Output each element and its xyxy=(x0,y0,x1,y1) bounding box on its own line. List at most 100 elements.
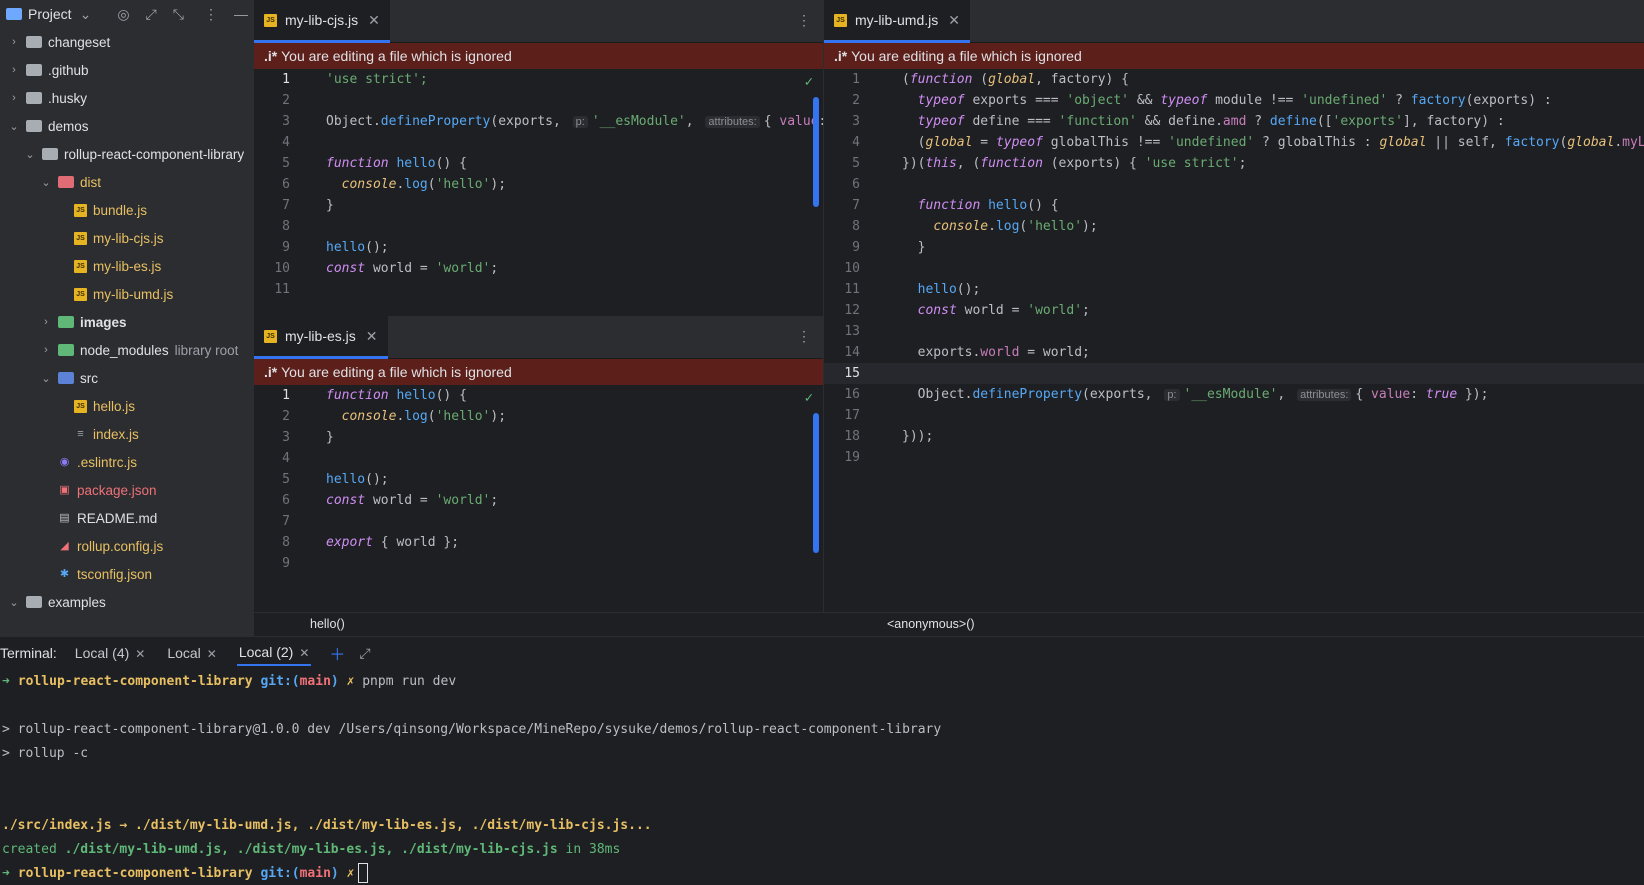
chevron-right-icon[interactable]: › xyxy=(6,64,22,76)
more-options-icon[interactable]: ⋮ xyxy=(797,328,811,345)
tree-item[interactable]: › .github xyxy=(0,56,254,84)
code-area[interactable]: 1 (function (global, factory) {2 typeof e… xyxy=(824,69,1644,468)
tree-item-label: demos xyxy=(48,118,89,134)
created-time: in 38ms xyxy=(557,841,621,857)
code-token: const xyxy=(917,303,965,318)
breadcrumb[interactable]: <anonymous>() xyxy=(823,612,1644,635)
tree-item-label: examples xyxy=(48,594,106,610)
tree-item[interactable]: ⌄ src xyxy=(0,364,254,392)
tree-item[interactable]: ›◢rollup.config.js xyxy=(0,532,254,560)
banner-prefix: .i* xyxy=(834,48,848,64)
tree-item[interactable]: › .husky xyxy=(0,84,254,112)
tab-my-lib-umd[interactable]: JS my-lib-umd.js ✕ xyxy=(824,0,970,43)
line-number: 7 xyxy=(282,514,290,529)
chevron-down-icon[interactable]: ⌄ xyxy=(38,372,54,385)
line-number: 1 xyxy=(852,72,860,87)
locate-icon[interactable]: ◎ xyxy=(117,6,129,23)
tree-item[interactable]: ›JShello.js xyxy=(0,392,254,420)
chevron-down-icon[interactable]: ⌄ xyxy=(6,120,22,133)
editor-umd: JS my-lib-umd.js ✕ .i* You are editing a… xyxy=(823,0,1644,612)
tree-item[interactable]: ⌄ dist xyxy=(0,168,254,196)
code-line: 8 xyxy=(254,216,823,237)
close-icon[interactable]: ✕ xyxy=(207,647,217,661)
chevron-down-icon[interactable]: ⌄ xyxy=(6,596,22,609)
tree-item-label: hello.js xyxy=(93,398,136,414)
tree-item[interactable]: ⌄ rollup-react-component-library xyxy=(0,140,254,168)
collapse-all-icon[interactable]: ⤡ xyxy=(173,6,184,23)
tree-item[interactable]: ›✱tsconfig.json xyxy=(0,560,254,588)
code-token: Object. xyxy=(326,114,381,129)
chevron-right-icon[interactable]: › xyxy=(38,316,54,328)
tree-item[interactable]: ›▣package.json xyxy=(0,476,254,504)
tree-item[interactable]: › images xyxy=(0,308,254,336)
expand-all-icon[interactable]: ⤢ xyxy=(146,6,157,23)
code-token: . xyxy=(988,219,996,234)
terminal-tab-label: Local (4) xyxy=(74,645,130,661)
chevron-right-icon[interactable]: › xyxy=(6,36,22,48)
sidebar-title[interactable]: Project xyxy=(28,6,72,22)
more-options-icon[interactable]: ⋮ xyxy=(797,12,811,29)
tree-item[interactable]: ⌄ examples xyxy=(0,588,254,616)
code-area[interactable]: ✓ 1 function hello() {2 console.log('hell… xyxy=(254,385,823,574)
code-token: () { xyxy=(1027,198,1059,213)
folder-icon xyxy=(58,344,74,356)
list-file-icon: ≡ xyxy=(77,427,84,440)
line-number: 11 xyxy=(274,282,290,293)
breadcrumb-item[interactable]: hello() xyxy=(310,617,345,631)
tree-item-label: index.js xyxy=(93,426,139,442)
terminal-tab[interactable]: Local ✕ xyxy=(165,641,219,665)
tree-item[interactable]: ⌄ demos xyxy=(0,112,254,140)
scrollbar[interactable] xyxy=(813,97,819,207)
tree-item[interactable]: ›JSmy-lib-es.js xyxy=(0,252,254,280)
terminal-tab[interactable]: Local (2) ✕ xyxy=(236,640,312,666)
close-icon[interactable]: ✕ xyxy=(135,647,145,661)
code-token: world = xyxy=(964,303,1028,318)
code-text: function hello() { xyxy=(326,156,467,171)
tab-my-lib-es[interactable]: JS my-lib-es.js ✕ xyxy=(254,316,388,359)
add-icon[interactable]: ＋ xyxy=(329,641,345,665)
more-options-icon[interactable]: ⋮ xyxy=(204,6,218,23)
breadcrumb-item[interactable]: <anonymous>() xyxy=(887,617,975,631)
chevron-down-icon[interactable]: ⌄ xyxy=(38,176,54,189)
close-icon[interactable]: ✕ xyxy=(299,646,309,660)
code-token: , xyxy=(685,114,702,129)
code-text: const world = 'world'; xyxy=(902,303,1090,318)
code-text: (global = typeof globalThis !== 'undefin… xyxy=(902,135,1644,150)
tsconfig-icon: ✱ xyxy=(59,567,70,580)
terminal-output[interactable]: ➜ rollup-react-component-library git:(ma… xyxy=(0,669,1644,885)
code-token: && xyxy=(1129,93,1161,108)
tree-item[interactable]: ›≡index.js xyxy=(0,420,254,448)
tree-item[interactable]: ›JSbundle.js xyxy=(0,196,254,224)
js-file-icon: JS xyxy=(74,231,87,245)
code-area[interactable]: ✓ 1'use strict'; 2 3 Object.defineProperty(… xyxy=(254,69,823,293)
close-icon[interactable]: ✕ xyxy=(366,328,378,345)
tree-item[interactable]: ›▤README.md xyxy=(0,504,254,532)
tree-item[interactable]: ›JSmy-lib-umd.js xyxy=(0,280,254,308)
code-token: 'hello' xyxy=(435,177,491,192)
close-icon[interactable]: ✕ xyxy=(368,12,380,29)
chevron-down-icon[interactable]: ⌄ xyxy=(22,148,38,161)
breadcrumb[interactable]: hello() xyxy=(254,612,823,635)
code-line: 7 xyxy=(254,511,823,532)
code-token: 'object' xyxy=(1066,93,1129,108)
tree-item[interactable]: ›◉.eslintrc.js xyxy=(0,448,254,476)
close-icon[interactable]: ✕ xyxy=(948,12,960,29)
terminal-tab[interactable]: Local (4) ✕ xyxy=(73,641,148,665)
chevron-right-icon[interactable]: › xyxy=(38,344,54,356)
hide-panel-icon[interactable]: — xyxy=(234,6,248,22)
code-token: ( xyxy=(902,72,910,87)
code-token: ? xyxy=(1387,93,1411,108)
tab-my-lib-cjs[interactable]: JS my-lib-cjs.js ✕ xyxy=(254,0,390,43)
chevron-right-icon[interactable]: › xyxy=(6,92,22,104)
tree-item[interactable]: › node_modules library root xyxy=(0,336,254,364)
code-text: hello(); xyxy=(902,282,981,297)
code-line: 12 const world = 'world'; xyxy=(824,300,1644,321)
maximize-icon[interactable]: ⤢ xyxy=(359,645,370,662)
js-file-icon: JS xyxy=(74,259,87,273)
tree-item[interactable]: › changeset xyxy=(0,28,254,56)
scrollbar[interactable] xyxy=(813,413,819,553)
code-token: }); xyxy=(1457,387,1489,402)
editor-tabbar: JS my-lib-umd.js ✕ xyxy=(824,0,1644,43)
chevron-down-icon[interactable]: ⌄ xyxy=(80,6,92,23)
tree-item[interactable]: ›JSmy-lib-cjs.js xyxy=(0,224,254,252)
